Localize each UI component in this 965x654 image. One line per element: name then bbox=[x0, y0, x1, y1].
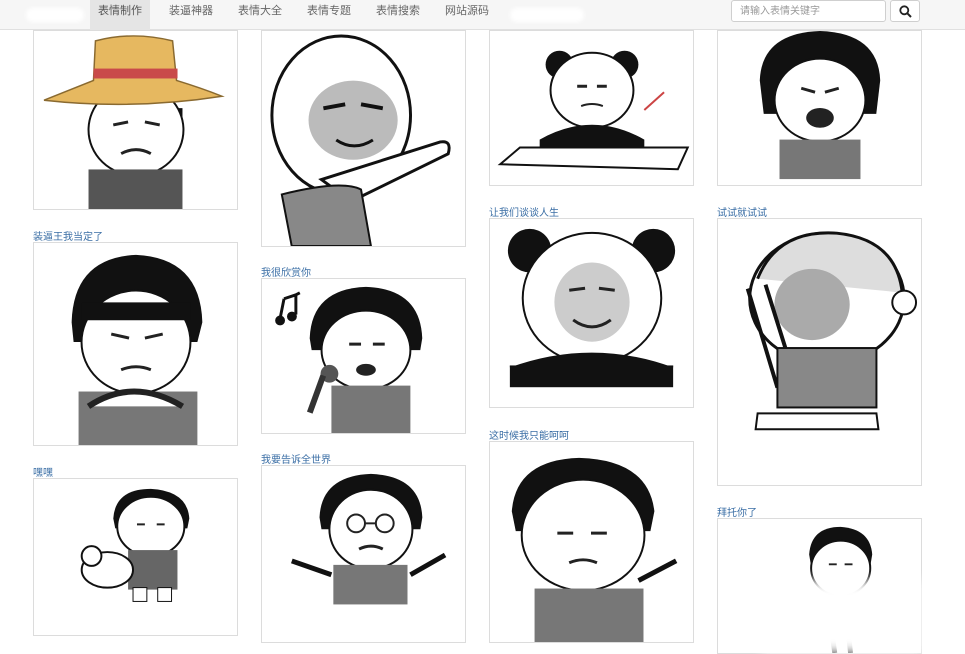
search-icon bbox=[899, 5, 912, 18]
meme-caption: 试试就试试 bbox=[717, 208, 767, 219]
meme-caption: 我要告诉全世界 bbox=[261, 455, 331, 466]
meme-image bbox=[507, 228, 676, 388]
search-button[interactable] bbox=[890, 0, 920, 22]
meme-image bbox=[759, 31, 881, 180]
nav-item-meme-topics[interactable]: 表情专题 bbox=[299, 0, 359, 30]
meme-image bbox=[290, 473, 447, 605]
nav-item-site-source[interactable]: 网站源码 bbox=[437, 0, 497, 30]
meme-card-praying[interactable] bbox=[717, 218, 922, 486]
meme-card-singing[interactable] bbox=[261, 278, 466, 434]
meme-caption: 拜托你了 bbox=[717, 508, 757, 519]
meme-card-with-puppy[interactable] bbox=[33, 478, 238, 636]
nav-item-meme-collection[interactable]: 表情大全 bbox=[230, 0, 290, 30]
meme-card-hehe-shrug[interactable] bbox=[489, 441, 694, 643]
meme-card-scheming[interactable] bbox=[33, 242, 238, 446]
meme-image bbox=[270, 34, 451, 246]
meme-image bbox=[497, 50, 690, 171]
meme-image bbox=[275, 286, 423, 433]
meme-card-straw-hat[interactable] bbox=[33, 30, 238, 210]
search-input[interactable] bbox=[731, 0, 886, 22]
blurred-nav-item bbox=[510, 8, 584, 22]
meme-image bbox=[745, 231, 918, 431]
meme-caption: 这时候我只能呵呵 bbox=[489, 431, 569, 442]
meme-card-crying[interactable] bbox=[717, 30, 922, 186]
meme-card-smug-face[interactable] bbox=[261, 30, 466, 247]
meme-card-glasses-shrug[interactable] bbox=[261, 465, 466, 643]
meme-card-panda-smoking[interactable] bbox=[489, 30, 694, 186]
nav-item-show-off-tool[interactable]: 装逼神器 bbox=[161, 0, 221, 30]
meme-caption: 嘿嘿 bbox=[33, 468, 53, 479]
meme-card-panda-smiling[interactable] bbox=[489, 218, 694, 408]
meme-image bbox=[80, 488, 190, 602]
meme-caption: 我很欣赏你 bbox=[261, 268, 311, 279]
top-navbar: 表情制作 装逼神器 表情大全 表情专题 表情搜索 网站源码 bbox=[0, 0, 965, 30]
blurred-watermark bbox=[762, 580, 922, 654]
meme-caption: 装逼王我当定了 bbox=[33, 232, 103, 243]
meme-image bbox=[71, 254, 203, 445]
meme-image bbox=[43, 35, 225, 209]
meme-caption: 让我们谈谈人生 bbox=[489, 208, 559, 219]
nav-item-make-meme[interactable]: 表情制作 bbox=[90, 0, 150, 30]
meme-image bbox=[511, 457, 678, 642]
site-logo[interactable] bbox=[26, 8, 84, 22]
nav-item-meme-search[interactable]: 表情搜索 bbox=[368, 0, 428, 30]
